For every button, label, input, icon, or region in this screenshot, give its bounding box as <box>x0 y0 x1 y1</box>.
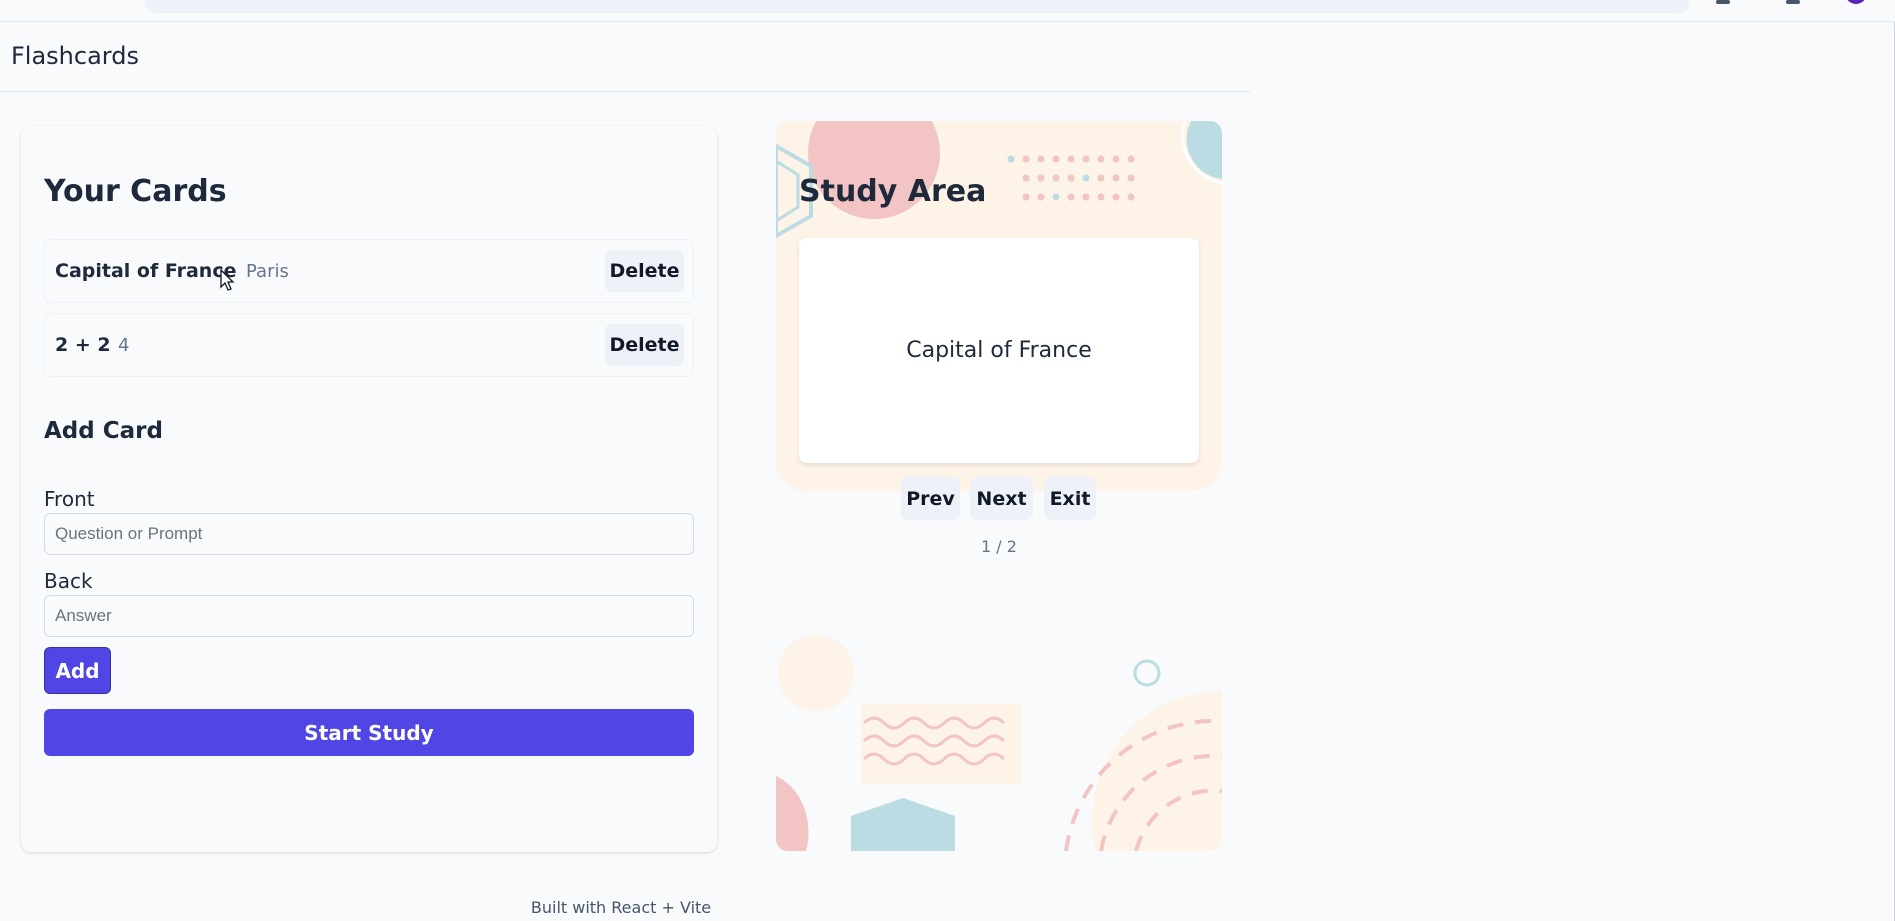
add-card-title: Add Card <box>44 418 163 444</box>
front-label: Front <box>44 487 95 511</box>
delete-card-button[interactable]: Delete <box>605 250 684 292</box>
study-panel: Study Area Capital of France Prev Next E… <box>776 121 1222 851</box>
browser-toolbar <box>0 0 1895 22</box>
start-study-button[interactable]: Start Study <box>44 709 694 756</box>
card-front: Capital of France <box>55 260 237 282</box>
study-title: Study Area <box>799 174 987 209</box>
exit-button[interactable]: Exit <box>1044 477 1096 520</box>
flashcard-text: Capital of France <box>906 338 1092 363</box>
cards-panel: Your Cards Capital of France Paris Delet… <box>21 126 717 852</box>
address-bar[interactable] <box>145 0 1690 13</box>
card-row: 2 + 2 4 Delete <box>44 313 694 377</box>
delete-card-button[interactable]: Delete <box>605 324 684 366</box>
card-front: 2 + 2 <box>55 334 111 356</box>
profile-avatar[interactable] <box>1845 0 1867 4</box>
front-input[interactable] <box>44 513 694 555</box>
flashcard[interactable]: Capital of France <box>799 238 1199 463</box>
next-button[interactable]: Next <box>970 477 1033 520</box>
back-label: Back <box>44 569 93 593</box>
zoom-icon[interactable] <box>1716 0 1730 4</box>
app-header: Flashcards <box>0 22 1250 92</box>
cards-title: Your Cards <box>44 174 227 209</box>
footer-text: Built with React + Vite <box>530 898 712 917</box>
app-brand: Flashcards <box>11 42 139 70</box>
card-back: Paris <box>246 261 289 282</box>
study-counter: 1 / 2 <box>981 537 1017 556</box>
prev-button[interactable]: Prev <box>901 477 960 520</box>
menu-icon[interactable] <box>1786 0 1800 4</box>
card-row: Capital of France Paris Delete <box>44 239 694 303</box>
card-back: 4 <box>118 335 130 356</box>
mouse-cursor-icon <box>220 269 235 291</box>
add-card-button[interactable]: Add <box>44 647 111 694</box>
back-input[interactable] <box>44 595 694 637</box>
